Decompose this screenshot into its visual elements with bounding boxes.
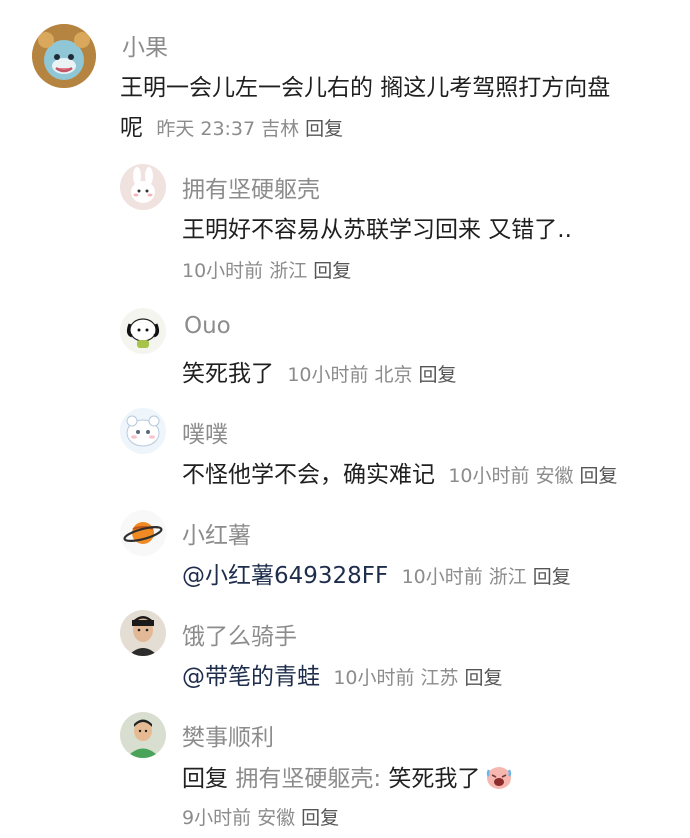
mention-link[interactable]: @带笔的青蛙	[182, 664, 320, 690]
comment-location: 浙江	[488, 566, 527, 588]
comment-time: 10小时前	[448, 465, 530, 487]
comment-location: 北京	[374, 364, 413, 386]
comment-location: 浙江	[269, 260, 308, 282]
reply-button[interactable]: 回复	[419, 364, 457, 386]
comment-location: 吉林	[261, 118, 300, 140]
white-bunny-icon[interactable]	[120, 164, 166, 210]
comment-text-row: 回复 拥有坚硬躯壳: 笑死我了	[182, 759, 514, 793]
comment-meta: 9小时前 安徽 回复	[182, 807, 345, 829]
reply-button[interactable]: 回复	[580, 465, 618, 487]
comment-location: 安徽	[257, 807, 296, 829]
white-cartoon-face-icon[interactable]	[120, 408, 166, 454]
comment-text-line: 不怪他学不会，确实难记	[182, 462, 435, 488]
comment-text: 王明一会儿左一会儿右的 搁这儿考驾照打方向盘	[120, 68, 610, 102]
comment-username[interactable]: 小果	[122, 28, 168, 62]
comment-username[interactable]: 饿了么骑手	[182, 617, 297, 651]
comment-text: 王明好不容易从苏联学习回来 又错了..	[182, 210, 572, 244]
comment-username[interactable]: 樊事顺利	[182, 718, 274, 752]
comment-location: 江苏	[420, 667, 459, 689]
comment-text-line: 呢	[120, 115, 143, 141]
comment-text-line: 王明一会儿左一会儿右的 搁这儿考驾照打方向盘	[120, 75, 611, 101]
comment-text-row: 笑死我了 10小时前 北京 回复	[182, 354, 463, 388]
comment-text-line: 笑死我了	[182, 361, 274, 387]
comment-meta: 10小时前 浙江 回复	[182, 260, 357, 282]
reply-button[interactable]: 回复	[313, 260, 351, 282]
comment-time: 昨天 23:37	[156, 118, 256, 140]
comment-location: 安徽	[535, 465, 574, 487]
comment-text-row: 呢 昨天 23:37 吉林 回复	[120, 108, 349, 142]
comment-meta: 10小时前 江苏 回复	[333, 667, 508, 689]
comment-text-row: 不怪他学不会，确实难记 10小时前 安徽 回复	[182, 455, 624, 489]
comment-meta: 10小时前 北京 回复	[287, 364, 462, 386]
pochacco-dog-icon[interactable]	[120, 308, 166, 354]
comment-username[interactable]: 噗噗	[182, 415, 228, 449]
reply-prefix: 回复	[182, 766, 228, 792]
comment-time: 10小时前	[401, 566, 483, 588]
comment-text-line: 王明好不容易从苏联学习回来 又错了..	[182, 217, 572, 243]
comment-time: 10小时前	[333, 667, 415, 689]
comment-text-row: @小红薯649328FF 10小时前 浙江 回复	[182, 556, 577, 590]
comment-meta: 10小时前 安徽 回复	[448, 465, 623, 487]
comment-text-line: 笑死我了	[388, 766, 481, 792]
comment-time: 10小时前	[182, 260, 264, 282]
person-photo-icon[interactable]	[120, 610, 166, 656]
comment-username[interactable]: 拥有坚硬躯壳	[182, 170, 320, 204]
comment-meta: 10小时前 浙江 回复	[402, 566, 577, 588]
mention-link[interactable]: @小红薯649328FF	[182, 563, 388, 589]
comment-username[interactable]: Ouo	[184, 313, 231, 339]
reply-button[interactable]: 回复	[301, 807, 339, 829]
reply-button[interactable]: 回复	[465, 667, 503, 689]
comment-username[interactable]: 小红薯	[182, 516, 251, 550]
comment-text-row: @带笔的青蛙 10小时前 江苏 回复	[182, 657, 509, 691]
reply-target-username[interactable]: 拥有坚硬躯壳:	[235, 766, 381, 792]
laughing-crying-face-icon	[484, 762, 514, 790]
lion-hood-cartoon-icon[interactable]	[32, 24, 96, 88]
reply-button[interactable]: 回复	[533, 566, 571, 588]
planet-icon[interactable]	[120, 510, 166, 556]
comment-meta-row: 10小时前 浙江 回复	[176, 256, 357, 283]
person-green-shirt-icon[interactable]	[120, 712, 166, 758]
comment-time: 9小时前	[182, 807, 252, 829]
comment-meta: 昨天 23:37 吉林 回复	[156, 118, 349, 140]
comment-meta-row: 9小时前 安徽 回复	[176, 803, 345, 830]
comment-time: 10小时前	[287, 364, 369, 386]
reply-button[interactable]: 回复	[305, 118, 343, 140]
